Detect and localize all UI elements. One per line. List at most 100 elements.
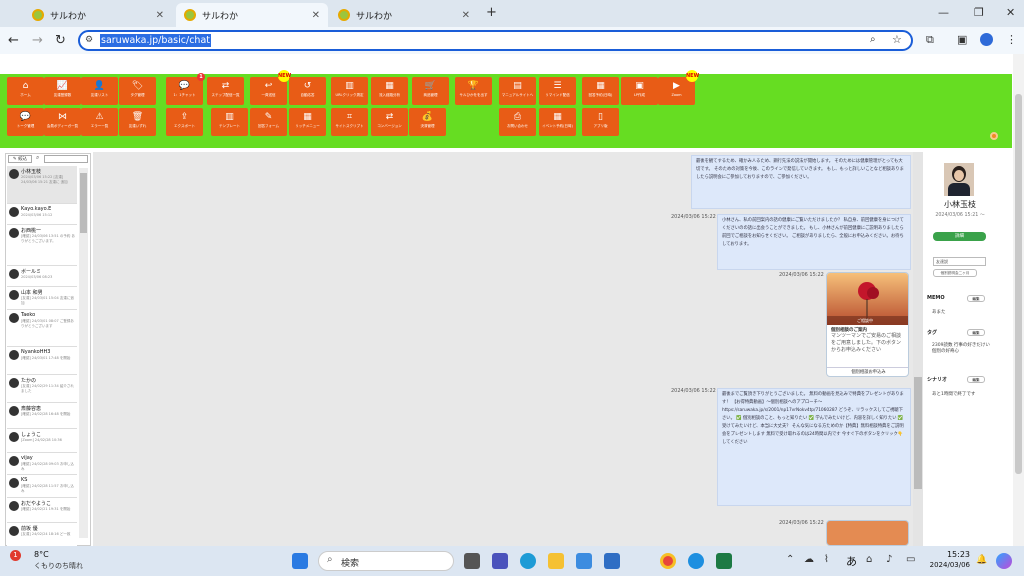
site-info-icon[interactable]: ⚙ <box>85 35 93 45</box>
list-item[interactable]: 前坂 優 [友達] 24/02/24 18:16 ど一致 <box>7 523 77 546</box>
new-tab-button[interactable]: + <box>486 5 497 20</box>
toolbar-button-zoom[interactable]: ▶ Zoom NEW <box>658 70 699 105</box>
bell-icon[interactable]: 🔔 <box>976 555 987 565</box>
toolbar-button-grid[interactable]: ▦ リッチメニュー <box>289 108 326 136</box>
close-icon[interactable]: ✕ <box>156 10 164 21</box>
toolbar-button-export[interactable]: ⇪ エクスポート <box>166 108 203 136</box>
toolbar-button-undo[interactable]: ↺ 自動応答 <box>289 77 326 105</box>
toolbar-button-person[interactable]: 👤 友達リスト <box>81 77 118 105</box>
toolbar-button-list[interactable]: ☰ リマインド配信 <box>539 77 576 105</box>
address-bar[interactable]: ⚙ saruwaka.jp/basic/chat ⌕ ☆ <box>78 30 913 51</box>
close-window-icon[interactable]: ✕ <box>1006 6 1015 19</box>
copilot-icon[interactable] <box>996 553 1012 569</box>
list-item[interactable]: ボールミ 2024/03/06 08:23 <box>7 266 77 287</box>
toolbar-button-document[interactable]: ▤ マニュアルサイトへ <box>499 77 536 105</box>
ime-indicator[interactable]: あ <box>846 553 857 569</box>
settings-gear-icon[interactable] <box>990 132 998 140</box>
browser-tab[interactable]: サルわか ✕ <box>330 3 478 27</box>
extensions-icon[interactable]: ⧉ <box>926 33 934 47</box>
toolbar-button-shuffle[interactable]: ⇄ ステップ配信一覧 <box>207 77 244 105</box>
back-icon[interactable]: ← <box>8 33 19 48</box>
file-explorer-icon[interactable] <box>548 553 564 569</box>
chat-scrollbar[interactable] <box>913 152 923 546</box>
list-item[interactable]: NyankoHH3 [確認] 24/03/01 17:48 を開始 <box>7 347 77 375</box>
url-text[interactable]: saruwaka.jp/basic/chat <box>100 34 211 47</box>
list-item[interactable]: KS [確認] 24/02/28 11:57 お申し込み <box>7 475 77 498</box>
card-preview[interactable] <box>826 520 909 546</box>
toolbar-button-form[interactable]: ✎ 回答フォーム <box>250 108 287 136</box>
menu-icon[interactable]: ⋮ <box>1006 33 1017 46</box>
page-scrollbar[interactable] <box>1013 54 1024 546</box>
search-input[interactable] <box>44 155 88 163</box>
chrome-icon[interactable] <box>660 553 676 569</box>
reload-icon[interactable]: ↻ <box>55 33 66 48</box>
list-item[interactable]: Kayo.kayo.E 2024/03/06 15:12 <box>7 204 77 225</box>
toolbar-button-columns[interactable]: ▥ テンプレート <box>211 108 248 136</box>
weather-temp[interactable]: 8°C <box>34 550 49 559</box>
battery-icon[interactable]: ▭ <box>906 554 915 565</box>
profile-avatar-icon[interactable] <box>980 33 993 46</box>
close-icon[interactable]: ✕ <box>312 10 320 21</box>
toolbar-button-cart[interactable]: 🛒 商品管理 <box>412 77 449 105</box>
excel-icon[interactable] <box>716 553 732 569</box>
forward-icon[interactable]: → <box>32 33 43 48</box>
memo-edit-button[interactable]: 編集 <box>967 295 985 302</box>
filter-button[interactable]: ✎ 絞込 <box>8 155 32 163</box>
chevron-up-icon[interactable]: ⌃ <box>786 554 794 565</box>
tag-edit-button[interactable]: 編集 <box>967 329 985 336</box>
toolbar-button-chart[interactable]: 📈 友達登録数 <box>44 77 81 105</box>
toolbar-button-home[interactable]: ⌂ ホーム <box>7 77 44 105</box>
list-item[interactable]: vijay [確認] 24/02/28 09:03 お申し込み <box>7 453 77 475</box>
profile-field[interactable]: 友達説 <box>933 257 986 266</box>
list-item[interactable]: 斎藤容恵 [確認] 24/02/28 16:48 を開始 <box>7 403 77 429</box>
start-icon[interactable] <box>292 553 308 569</box>
wifi-icon[interactable]: ⌇ <box>824 554 829 565</box>
toolbar-button-trophy[interactable]: 🏆 サルひかをを出す <box>455 77 492 105</box>
detail-button[interactable]: 詳細 <box>933 232 986 241</box>
toolbar-button-money[interactable]: 💰 決済管理 <box>409 108 446 136</box>
card-apply-link[interactable]: 個別相談お申込み <box>827 367 908 376</box>
edge-icon[interactable] <box>520 553 536 569</box>
toolbar-button-talk[interactable]: 💬 トーク管理 <box>7 108 44 136</box>
browser-tab-active[interactable]: サルわか ✕ <box>176 3 328 27</box>
zoom-lens-icon[interactable]: ⌕ <box>870 34 876 45</box>
list-item[interactable]: 山本 和男 [友達] 24/03/01 15:04 友達に追加 <box>7 287 77 310</box>
toolbar-button-exchange[interactable]: ⇄ コンバージョン <box>371 108 408 136</box>
list-item[interactable]: Taeko [確認] 24/03/01 08:07 ご登録ありがとうございます <box>7 310 77 347</box>
toolbar-button-bowtie[interactable]: ⋈ 会員ボディーガ一覧 <box>44 108 81 136</box>
clock-date[interactable]: 2024/03/06 <box>924 561 970 569</box>
task-view-icon[interactable] <box>464 553 480 569</box>
clock-time[interactable]: 15:23 <box>924 550 970 559</box>
toolbar-button-tag[interactable]: 🏷 タグ管理 <box>119 77 156 105</box>
taskbar-search[interactable]: ⌕ 検索 <box>318 551 454 571</box>
edit-field-button[interactable]: 個別説明会二ヶ月 <box>933 269 977 277</box>
bookmark-star-icon[interactable]: ☆ <box>892 33 902 46</box>
toolbar-button-bar-chart[interactable]: ▥ URLクリック測定 <box>331 77 368 105</box>
consultation-card[interactable]: ご相談中 個別相談のご案内 マンツーマンでご安易のご相談をご用意しました。下のボ… <box>826 272 909 377</box>
weather-desc[interactable]: くもりのち晴れ <box>34 561 83 571</box>
list-item[interactable]: 小林玉枝 2024/03/06 15:22 [友達] 24/03/06 15:21… <box>7 166 77 204</box>
list-scrollbar[interactable] <box>79 168 88 538</box>
toolbar-button-reply[interactable]: ↩ 一斉送信 NEW <box>250 70 291 105</box>
teams-icon[interactable] <box>492 553 508 569</box>
toolbar-button-code[interactable]: ⌗ サイトスクリプト <box>331 108 368 136</box>
close-icon[interactable]: ✕ <box>462 10 470 21</box>
edge-dev-icon[interactable] <box>688 553 704 569</box>
speaker-icon[interactable]: ♪ <box>886 554 892 565</box>
toolbar-button-trash[interactable]: 🗑 友達いずれ <box>119 108 156 136</box>
mail-icon[interactable] <box>604 553 620 569</box>
toolbar-button-calendar-grid[interactable]: ▦ 回答予約(日時) <box>582 77 619 105</box>
toolbar-button-lp[interactable]: ▣ LP作成 <box>621 77 658 105</box>
restore-icon[interactable]: ❐ <box>974 6 984 19</box>
toolbar-button-warning[interactable]: ⚠ エラー一覧 <box>81 108 118 136</box>
minimize-icon[interactable]: — <box>938 6 949 19</box>
store-icon[interactable] <box>576 553 592 569</box>
list-item[interactable]: たかの [友達] 24/02/29 11:34 紹介されました <box>7 375 77 403</box>
toolbar-button-chat[interactable]: 💬 1：1チャット 1 <box>166 73 205 105</box>
list-item[interactable]: お西桃一 [確認] 24/03/06 13:51 の予約 ありがとうございます。 <box>7 225 77 266</box>
network-icon[interactable]: ⌂ <box>866 554 872 565</box>
list-item[interactable]: しょうこ [Zoom] 24/02/28 10:36 <box>7 429 77 453</box>
toolbar-button-print[interactable]: ⎙ お問い合わせ <box>499 108 536 136</box>
sidepanel-icon[interactable]: ▣ <box>957 33 967 46</box>
cloud-icon[interactable]: ☁ <box>804 554 814 565</box>
